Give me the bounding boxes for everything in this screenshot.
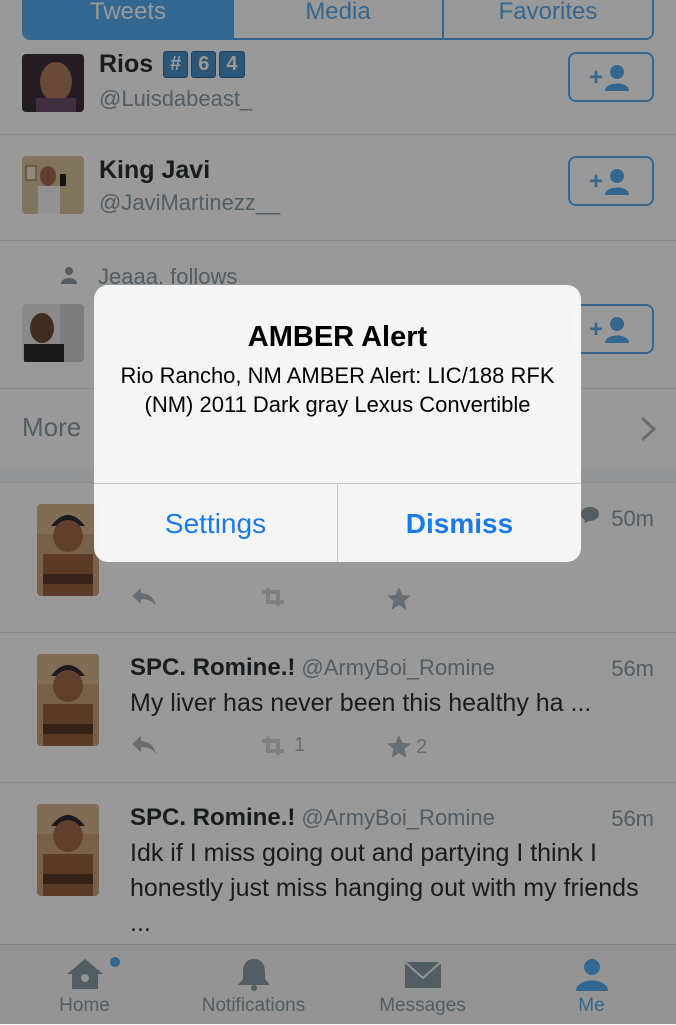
alert-button-row: Settings Dismiss bbox=[94, 483, 581, 562]
settings-button[interactable]: Settings bbox=[94, 484, 337, 562]
alert-title: AMBER Alert bbox=[247, 321, 428, 353]
alert-message: Rio Rancho, NM AMBER Alert: LIC/188 RFK … bbox=[120, 363, 555, 417]
dismiss-button[interactable]: Dismiss bbox=[337, 484, 581, 562]
amber-alert-dialog: AMBER Alert Rio Rancho, NM AMBER Alert: … bbox=[94, 285, 581, 562]
